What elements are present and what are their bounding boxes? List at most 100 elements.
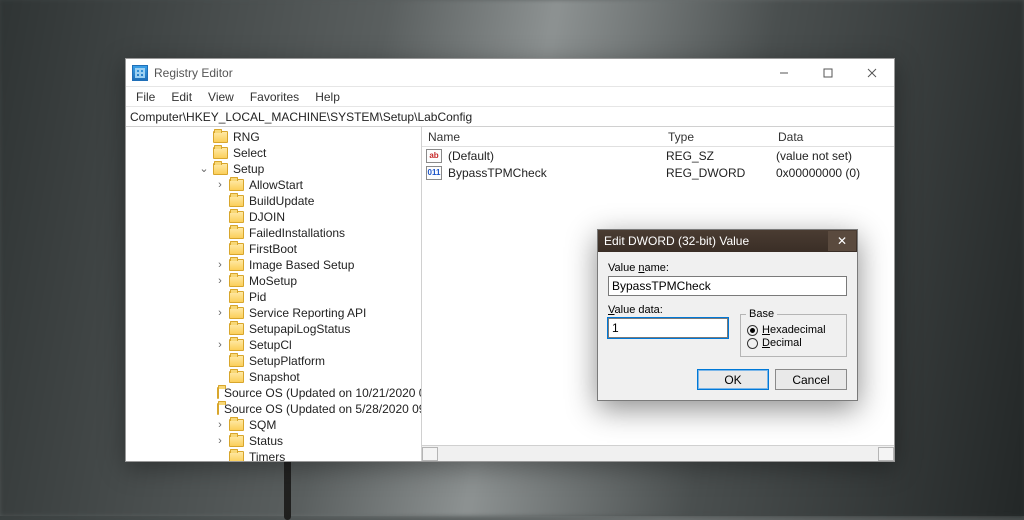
folder-icon [217, 403, 219, 415]
tree-node-label: SQM [247, 417, 278, 433]
label-value-data: Value data: [608, 304, 728, 316]
folder-icon [229, 259, 244, 271]
dialog-close-button[interactable]: ✕ [828, 231, 856, 251]
tree-node[interactable]: DJOIN [126, 209, 421, 225]
tree-node-label: Timers [247, 449, 287, 461]
tree-node[interactable]: FailedInstallations [126, 225, 421, 241]
folder-icon [229, 211, 244, 223]
value-name-field[interactable] [608, 276, 847, 296]
scroll-left-icon[interactable] [422, 447, 438, 461]
horizontal-scrollbar[interactable] [422, 445, 894, 461]
col-type[interactable]: Type [662, 130, 772, 144]
tree-node-label: BuildUpdate [247, 193, 316, 209]
menu-file[interactable]: File [130, 89, 161, 105]
tree-node-label: Source OS (Updated on 10/21/2020 05:54:5… [222, 385, 422, 401]
tree-node-label: Snapshot [247, 369, 302, 385]
tree-node-label: RNG [231, 129, 262, 145]
label-base: Base [746, 308, 777, 320]
titlebar[interactable]: Registry Editor [126, 59, 894, 87]
menu-favorites[interactable]: Favorites [244, 89, 305, 105]
menu-view[interactable]: View [202, 89, 240, 105]
folder-icon [229, 419, 244, 431]
folder-icon [229, 371, 244, 383]
tree-node-label: Select [231, 145, 268, 161]
expand-toggle-icon[interactable]: › [214, 177, 226, 193]
tree-node[interactable]: ›Image Based Setup [126, 257, 421, 273]
tree-node-label: SetupPlatform [247, 353, 327, 369]
tree-node[interactable]: Timers [126, 449, 421, 461]
tree-node-label: Pid [247, 289, 268, 305]
folder-icon [229, 275, 244, 287]
cancel-button[interactable]: Cancel [775, 369, 847, 390]
tree-node-label: Setup [231, 161, 266, 177]
expand-toggle-icon[interactable]: › [214, 257, 226, 273]
ok-button[interactable]: OK [697, 369, 769, 390]
tree-node-label: Status [247, 433, 285, 449]
expand-toggle-icon[interactable]: ⌄ [198, 161, 210, 177]
tree-node[interactable]: › Service Reporting API [126, 305, 421, 321]
folder-icon [229, 323, 244, 335]
tree-node[interactable]: Pid [126, 289, 421, 305]
value-type: REG_DWORD [664, 166, 774, 180]
maximize-button[interactable] [806, 59, 850, 87]
tree-node-label: SetupapiLogStatus [247, 321, 352, 337]
folder-icon [229, 195, 244, 207]
tree-node[interactable]: › Status [126, 433, 421, 449]
tree-node[interactable]: FirstBoot [126, 241, 421, 257]
tree-node[interactable]: Snapshot [126, 369, 421, 385]
tree-node-label: Service Reporting API [247, 305, 368, 321]
value-data-field[interactable] [608, 318, 728, 338]
regedit-icon [132, 65, 148, 81]
tree-view[interactable]: RNGSelect ⌄ Setup›AllowStartBuildUpdateDJO… [126, 127, 422, 461]
expand-toggle-icon[interactable]: › [214, 337, 226, 353]
value-row[interactable]: ab(Default)REG_SZ(value not set) [422, 147, 894, 164]
tree-node[interactable]: Source OS (Updated on 5/28/2020 09:50:15… [126, 401, 421, 417]
radio-dot-icon [747, 325, 758, 336]
tree-node[interactable]: SetupapiLogStatus [126, 321, 421, 337]
folder-icon [229, 435, 244, 447]
menu-edit[interactable]: Edit [165, 89, 198, 105]
folder-icon [229, 243, 244, 255]
folder-icon [229, 355, 244, 367]
tree-node[interactable]: BuildUpdate [126, 193, 421, 209]
scroll-right-icon[interactable] [878, 447, 894, 461]
radio-hexadecimal[interactable]: Hexadecimal [747, 324, 840, 336]
value-name: (Default) [446, 149, 664, 163]
close-button[interactable] [850, 59, 894, 87]
folder-icon [213, 131, 228, 143]
base-group: Hexadecimal Decimal [740, 314, 847, 357]
value-name: BypassTPMCheck [446, 166, 664, 180]
tree-node[interactable]: RNG [126, 129, 421, 145]
col-data[interactable]: Data [772, 130, 894, 144]
tree-node[interactable]: ›SetupCl [126, 337, 421, 353]
tree-node[interactable]: ›MoSetup [126, 273, 421, 289]
tree-node-label: DJOIN [247, 209, 287, 225]
tree-node[interactable]: Source OS (Updated on 10/21/2020 05:54:5… [126, 385, 421, 401]
expand-toggle-icon[interactable]: › [214, 273, 226, 289]
tree-node[interactable]: › SQM [126, 417, 421, 433]
expand-toggle-icon[interactable]: › [214, 417, 226, 433]
folder-icon [229, 307, 244, 319]
value-row[interactable]: 011BypassTPMCheckREG_DWORD0x00000000 (0) [422, 164, 894, 181]
edit-dword-dialog: Edit DWORD (32-bit) Value ✕ Value name: … [597, 229, 858, 401]
folder-icon [213, 163, 228, 175]
values-header[interactable]: Name Type Data [422, 127, 894, 147]
col-name[interactable]: Name [422, 130, 662, 144]
tree-node-label: FailedInstallations [247, 225, 347, 241]
tree-node[interactable]: Select [126, 145, 421, 161]
minimize-button[interactable] [762, 59, 806, 87]
address-text: Computer\HKEY_LOCAL_MACHINE\SYSTEM\Setup… [130, 110, 890, 124]
folder-icon [229, 451, 244, 461]
dword-value-icon: 011 [426, 166, 442, 180]
tree-node[interactable]: ⌄ Setup [126, 161, 421, 177]
dialog-titlebar[interactable]: Edit DWORD (32-bit) Value ✕ [598, 230, 857, 252]
label-value-name: Value name: [608, 262, 847, 274]
radio-decimal[interactable]: Decimal [747, 337, 840, 349]
address-bar[interactable]: Computer\HKEY_LOCAL_MACHINE\SYSTEM\Setup… [126, 107, 894, 127]
menu-help[interactable]: Help [309, 89, 346, 105]
expand-toggle-icon[interactable]: › [214, 305, 226, 321]
tree-node[interactable]: ›AllowStart [126, 177, 421, 193]
folder-icon [217, 387, 219, 399]
tree-node[interactable]: SetupPlatform [126, 353, 421, 369]
expand-toggle-icon[interactable]: › [214, 433, 226, 449]
